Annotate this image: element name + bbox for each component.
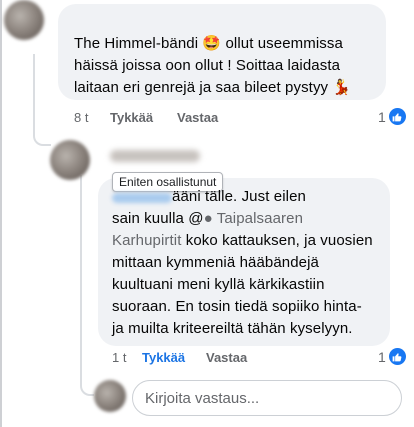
redacted-text — [112, 193, 172, 203]
thumbs-up-icon — [388, 108, 406, 125]
reply-button[interactable]: Vastaa — [177, 110, 218, 125]
comment-text: ääni tälle. Just eilen — [172, 186, 392, 208]
thumbs-up-icon — [388, 348, 406, 365]
comment-actions: 8 t Tykkää Vastaa — [74, 110, 274, 126]
comment-text: The Himmel-bändi 🤩 ollut useemmissa häis… — [74, 35, 352, 96]
comment-text: Karhupirtit koko kattauksen, ja vuosien — [112, 230, 392, 252]
comment-actions: 1 t Tykkää Vastaa — [112, 350, 312, 366]
text-line: koko kattauksen, ja vuosien — [181, 232, 373, 249]
reply-button[interactable]: Vastaa — [206, 350, 247, 365]
like-button[interactable]: Tykkää — [142, 350, 185, 365]
reaction-count[interactable]: 1 — [378, 348, 406, 365]
comment-text: sain kuulla @● Taipalsaaren — [112, 208, 392, 230]
comment-text: suoraan. En tosin tiedä sopiiko hinta- — [112, 298, 362, 315]
reply-input[interactable]: Kirjoita vastaus... — [132, 380, 402, 416]
comment-text: ja muilta kriteereiltä tähän kyselyyn. — [112, 320, 353, 337]
timestamp[interactable]: 1 t — [112, 350, 126, 365]
comment-text: mittaan kymmeniä hääbändejä — [112, 254, 319, 271]
reply-placeholder: Kirjoita vastaus... — [145, 389, 260, 407]
thread-connector — [80, 360, 94, 396]
mention-link[interactable]: Karhupirtit — [112, 232, 181, 249]
text-line: sain kuulla @ — [112, 210, 204, 227]
reaction-count[interactable]: 1 — [378, 108, 406, 125]
comment-text: kuultuani meni kyllä kärkikastiin — [112, 276, 325, 293]
thread-line — [80, 175, 82, 375]
like-button[interactable]: Tykkää — [110, 110, 153, 125]
thread-connector — [33, 120, 51, 146]
avatar[interactable] — [4, 0, 44, 40]
mention-link[interactable]: Taipalsaaren — [217, 210, 303, 227]
like-count: 1 — [378, 108, 386, 125]
text-line: ääni tälle. Just eilen — [172, 188, 306, 205]
like-count: 1 — [378, 348, 386, 365]
avatar[interactable] — [94, 380, 126, 412]
author-name-redacted — [110, 150, 200, 162]
thread-rail — [0, 0, 2, 427]
avatar[interactable] — [50, 140, 90, 180]
timestamp[interactable]: 8 t — [74, 110, 88, 125]
verified-badge-icon: ● — [203, 210, 213, 227]
